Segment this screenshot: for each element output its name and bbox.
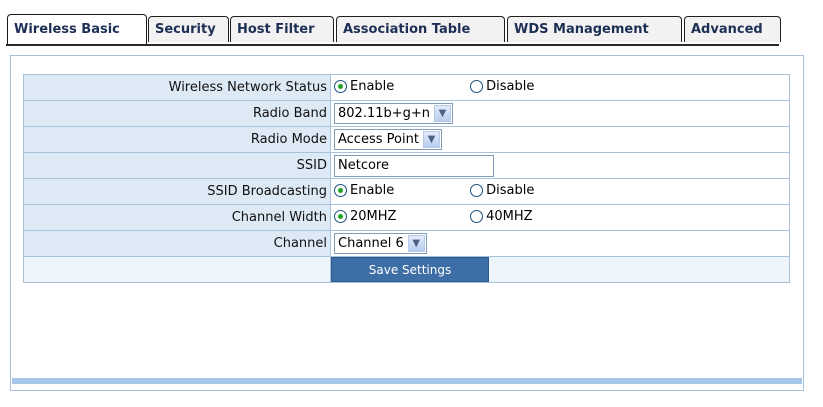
ssid-input[interactable]: Netcore	[334, 154, 494, 177]
chevron-down-icon[interactable]: ▼	[407, 235, 425, 252]
ssid-broadcasting-disable-option[interactable]: Disable	[470, 183, 534, 198]
channel-select[interactable]: Channel 6 ▼	[334, 233, 427, 254]
channel-value: Channel 6	[338, 236, 404, 251]
save-row-field: Save Settings	[330, 256, 790, 283]
row-channel: Channel Channel 6 ▼	[23, 230, 790, 257]
radio-mode-field: Access Point ▼	[330, 126, 790, 153]
row-ssid-broadcasting: SSID Broadcasting Enable Disable	[23, 178, 790, 205]
radio-mode-label: Radio Mode	[23, 126, 331, 153]
ssid-broadcasting-enable-option[interactable]: Enable	[334, 183, 466, 198]
tab-advanced[interactable]: Advanced	[684, 16, 781, 42]
network-status-label: Wireless Network Status	[23, 74, 331, 101]
ssid-broadcasting-field: Enable Disable	[330, 178, 790, 205]
radio-icon[interactable]	[470, 209, 484, 223]
tab-wds-management[interactable]: WDS Management	[507, 16, 682, 42]
row-radio-band: Radio Band 802.11b+g+n ▼	[23, 100, 790, 127]
channel-width-20-label: 20MHZ	[350, 208, 397, 224]
channel-width-40-option[interactable]: 40MHZ	[470, 208, 533, 224]
row-save: Save Settings	[23, 256, 790, 283]
row-ssid: SSID Netcore	[23, 152, 790, 179]
tab-host-filter[interactable]: Host Filter	[230, 16, 334, 42]
ssid-field: Netcore	[330, 152, 790, 179]
channel-width-20-option[interactable]: 20MHZ	[334, 209, 466, 224]
network-status-field: Enable Disable	[330, 74, 790, 101]
settings-panel: Wireless Network Status Enable Disable R…	[10, 55, 804, 391]
radio-band-value: 802.11b+g+n	[338, 106, 431, 121]
radio-band-field: 802.11b+g+n ▼	[330, 100, 790, 127]
channel-width-label: Channel Width	[23, 204, 331, 231]
ssid-label: SSID	[23, 152, 331, 179]
ssid-broadcasting-disable-label: Disable	[486, 182, 535, 198]
tab-underline	[6, 44, 779, 46]
ssid-broadcasting-enable-label: Enable	[350, 182, 395, 198]
radio-icon[interactable]	[470, 183, 484, 197]
radio-band-label: Radio Band	[23, 100, 331, 127]
radio-icon[interactable]	[334, 209, 347, 223]
network-status-disable-option[interactable]: Disable	[470, 79, 534, 94]
channel-label: Channel	[23, 230, 331, 257]
tab-wireless-basic[interactable]: Wireless Basic	[7, 14, 147, 44]
save-settings-button[interactable]: Save Settings	[331, 257, 489, 282]
radio-mode-select[interactable]: Access Point ▼	[334, 129, 442, 150]
channel-width-field: 20MHZ 40MHZ	[330, 204, 790, 231]
settings-table: Wireless Network Status Enable Disable R…	[23, 74, 790, 283]
row-radio-mode: Radio Mode Access Point ▼	[23, 126, 790, 153]
channel-width-40-label: 40MHZ	[486, 208, 533, 224]
radio-mode-value: Access Point	[338, 132, 419, 147]
network-status-enable-label: Enable	[350, 78, 395, 94]
ssid-broadcasting-label: SSID Broadcasting	[23, 178, 331, 205]
network-status-disable-label: Disable	[486, 78, 535, 94]
tab-association-table[interactable]: Association Table	[336, 16, 505, 42]
chevron-down-icon[interactable]: ▼	[422, 131, 440, 148]
tab-bar: Wireless Basic Security Host Filter Asso…	[0, 14, 823, 46]
tab-security[interactable]: Security	[148, 16, 229, 42]
chevron-down-icon[interactable]: ▼	[434, 105, 452, 122]
panel-footer-bar	[12, 378, 802, 384]
radio-band-select[interactable]: 802.11b+g+n ▼	[334, 103, 454, 124]
row-network-status: Wireless Network Status Enable Disable	[23, 74, 790, 101]
network-status-enable-option[interactable]: Enable	[334, 79, 466, 94]
radio-icon[interactable]	[334, 183, 347, 197]
save-row-spacer	[23, 256, 331, 283]
radio-icon[interactable]	[470, 79, 484, 93]
radio-icon[interactable]	[334, 79, 347, 93]
channel-field: Channel 6 ▼	[330, 230, 790, 257]
row-channel-width: Channel Width 20MHZ 40MHZ	[23, 204, 790, 231]
